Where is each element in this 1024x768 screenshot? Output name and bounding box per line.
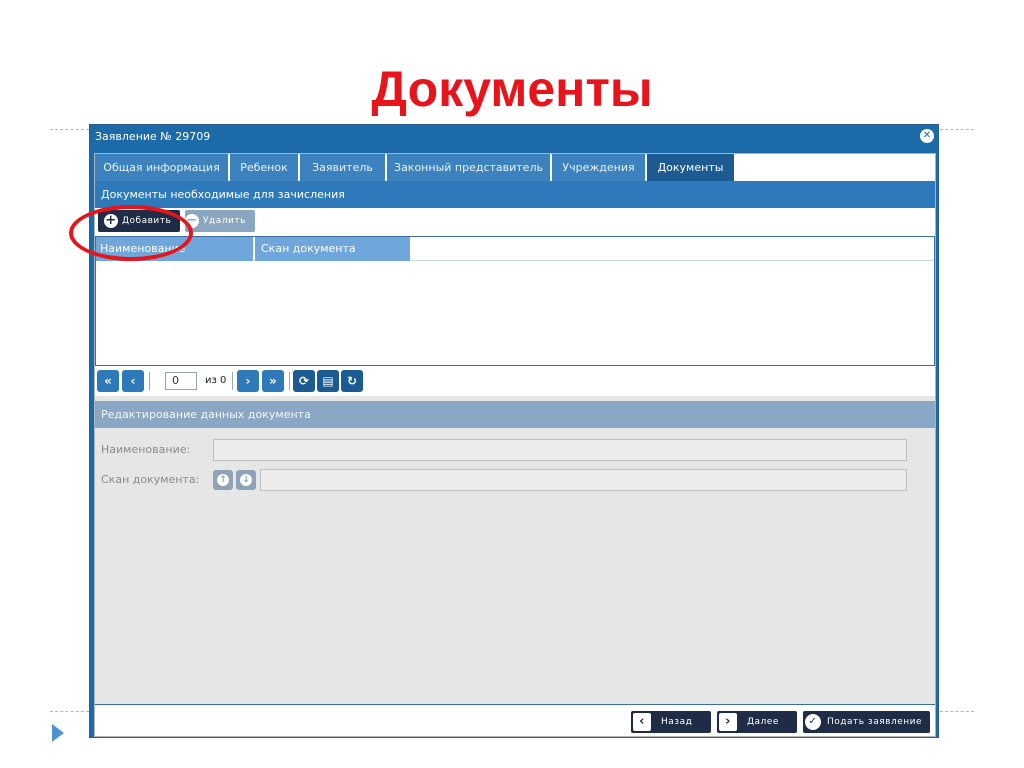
last-page-button[interactable]: » bbox=[262, 370, 284, 392]
pager-separator bbox=[289, 372, 290, 390]
page-number-input[interactable]: 0 bbox=[165, 372, 197, 390]
documents-table: Наименование Скан документа bbox=[95, 236, 935, 366]
name-field[interactable] bbox=[213, 439, 907, 461]
window-title: Заявление № 29709 bbox=[95, 130, 211, 143]
divider-line bbox=[50, 711, 89, 712]
print-icon[interactable]: ▤ bbox=[317, 370, 339, 392]
tab-documents[interactable]: Документы bbox=[647, 154, 735, 181]
refresh-icon[interactable]: ⟳ bbox=[293, 370, 315, 392]
download-icon: ↓ bbox=[240, 474, 252, 486]
page-count: из 0 bbox=[205, 375, 227, 386]
divider-line bbox=[50, 129, 89, 130]
delete-button[interactable]: − Удалить bbox=[185, 210, 255, 232]
tab-institutions[interactable]: Учреждения bbox=[552, 154, 646, 181]
check-circle-icon: ✓ bbox=[805, 714, 821, 730]
back-button[interactable]: ‹ Назад bbox=[631, 711, 711, 733]
pagination-bar: « ‹ 0 из 0 › » ⟳ ▤ ↻ bbox=[95, 366, 935, 396]
tab-bar: Общая информация Ребенок Заявитель Закон… bbox=[95, 154, 935, 181]
slide-title: Документы bbox=[371, 61, 653, 117]
upload-button[interactable]: ↑ bbox=[213, 470, 233, 490]
scan-field[interactable] bbox=[260, 469, 907, 491]
grid-toolbar: + Добавить − Удалить bbox=[95, 208, 935, 236]
delete-button-label: Удалить bbox=[203, 216, 246, 226]
window-footer: ‹ Назад › Далее ✓ Подать заявление bbox=[95, 704, 935, 736]
highlight-ring bbox=[69, 205, 193, 261]
section-header: Документы необходимые для зачисления bbox=[95, 181, 935, 208]
tab-legal-representative[interactable]: Законный представитель bbox=[387, 154, 551, 181]
prev-page-button[interactable]: ‹ bbox=[122, 370, 144, 392]
tab-applicant[interactable]: Заявитель bbox=[300, 154, 386, 181]
next-button-label: Далее bbox=[747, 717, 779, 727]
first-page-button[interactable]: « bbox=[97, 370, 119, 392]
column-header-scan[interactable]: Скан документа bbox=[255, 237, 411, 261]
window-body: Общая информация Ребенок Заявитель Закон… bbox=[94, 153, 936, 737]
submit-button[interactable]: ✓ Подать заявление bbox=[803, 711, 930, 733]
tab-general-info[interactable]: Общая информация bbox=[95, 154, 229, 181]
scan-label: Скан документа: bbox=[101, 473, 200, 486]
next-page-button[interactable]: › bbox=[237, 370, 259, 392]
upload-icon: ↑ bbox=[217, 474, 229, 486]
divider-line bbox=[940, 711, 974, 712]
chevron-left-icon: ‹ bbox=[633, 713, 651, 731]
name-label: Наименование: bbox=[101, 443, 191, 456]
download-button[interactable]: ↓ bbox=[236, 470, 256, 490]
pager-separator bbox=[149, 372, 150, 390]
bullet-arrow-icon bbox=[52, 724, 64, 742]
close-icon[interactable]: ✕ bbox=[920, 129, 934, 143]
submit-button-label: Подать заявление bbox=[827, 717, 922, 727]
next-button[interactable]: › Далее bbox=[717, 711, 797, 733]
back-button-label: Назад bbox=[661, 717, 693, 727]
tab-child[interactable]: Ребенок bbox=[230, 154, 299, 181]
reload-icon[interactable]: ↻ bbox=[341, 370, 363, 392]
pager-separator bbox=[232, 372, 233, 390]
edit-section-header: Редактирование данных документа bbox=[95, 401, 935, 428]
table-header: Наименование Скан документа bbox=[96, 237, 934, 261]
divider-line bbox=[940, 129, 974, 130]
application-window: Заявление № 29709 ✕ Общая информация Реб… bbox=[89, 124, 939, 738]
chevron-right-icon: › bbox=[719, 713, 737, 731]
